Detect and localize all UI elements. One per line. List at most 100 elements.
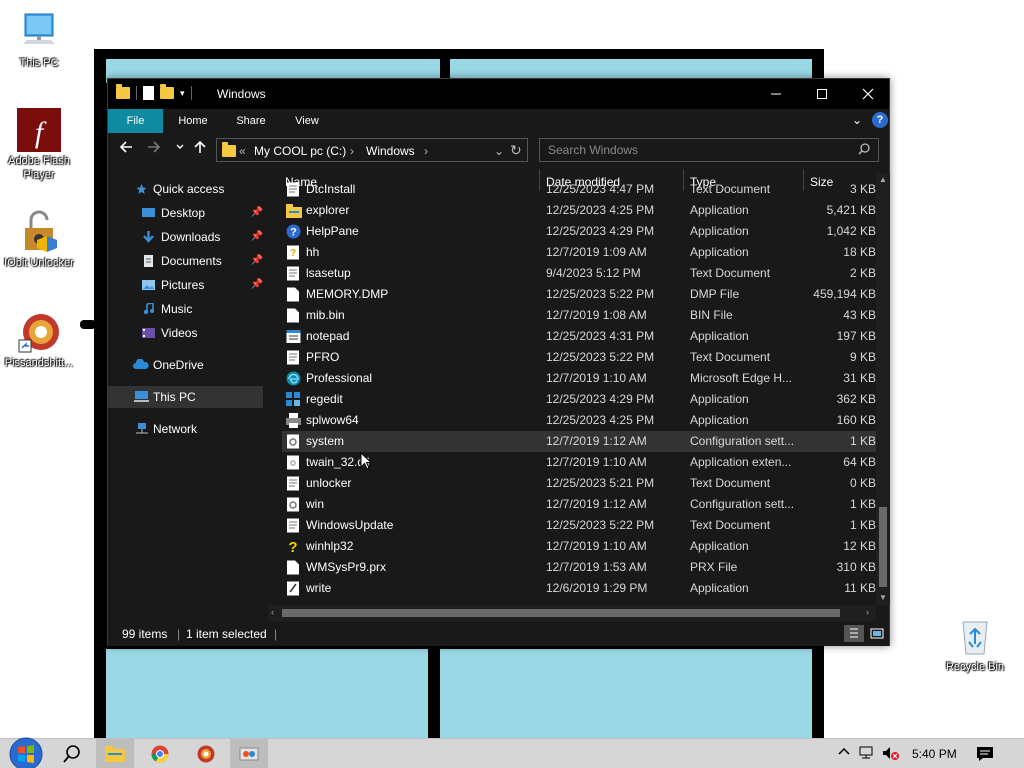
properties-icon[interactable] (143, 86, 154, 100)
new-folder-icon[interactable] (160, 84, 174, 99)
recent-locations-button[interactable] (170, 140, 190, 160)
file-date-modified: 12/7/2019 1:10 AM (546, 455, 647, 469)
tab-home[interactable]: Home (168, 109, 218, 133)
file-row[interactable]: WMSysPr9.prx 12/7/2019 1:53 AM PRX File 310… (282, 557, 876, 578)
file-row[interactable]: DtcInstall 12/25/2023 4:47 PM Text Documen… (282, 179, 876, 200)
file-row[interactable]: ? hh 12/7/2019 1:09 AM Application 18 KB (282, 242, 876, 263)
horizontal-scroll-thumb[interactable] (282, 609, 840, 617)
customize-toolbar-chevron-icon[interactable]: ▾ (180, 88, 185, 99)
desktop-icon-adobe-flash[interactable]: f Adobe Flash Player (0, 108, 78, 182)
window-title: Windows (217, 87, 266, 101)
file-row[interactable]: lsasetup 9/4/2023 5:12 PM Text Document 2 K… (282, 263, 876, 284)
file-row[interactable]: Professional 12/7/2019 1:10 AM Microsoft E… (282, 368, 876, 389)
action-center-button[interactable] (976, 746, 994, 765)
file-size: 362 KB (836, 392, 876, 406)
maximize-button[interactable] (799, 79, 845, 109)
address-bar[interactable]: « My COOL pc (C:) › Windows › ⌄ ↻ (216, 138, 528, 162)
desktop-icon-recycle-bin[interactable]: Recycle Bin (936, 614, 1014, 674)
scroll-down-icon[interactable]: ▼ (879, 593, 887, 602)
title-bar[interactable]: ▾ Windows (108, 79, 889, 109)
scroll-right-icon[interactable]: › (866, 607, 869, 617)
scroll-up-icon[interactable]: ▲ (879, 175, 887, 184)
details-view-button[interactable] (844, 625, 864, 642)
back-button[interactable] (116, 140, 136, 160)
file-date-modified: 12/25/2023 5:22 PM (546, 287, 655, 301)
pin-icon[interactable]: 📌 (251, 202, 263, 224)
taskbar-file-explorer[interactable] (96, 739, 134, 768)
tab-file[interactable]: File (108, 109, 163, 133)
help-icon[interactable]: ? (872, 112, 888, 128)
file-row[interactable]: splwow64 12/25/2023 4:25 PM Application 160… (282, 410, 876, 431)
volume-tray-button[interactable] (882, 746, 900, 763)
file-row[interactable]: mib.bin 12/7/2019 1:08 AM BIN File 43 KB (282, 305, 876, 326)
sidebar-item-downloads[interactable]: Downloads 📌 (108, 226, 263, 248)
file-date-modified: 9/4/2023 5:12 PM (546, 266, 641, 280)
file-row[interactable]: system 12/7/2019 1:12 AM Configuration set… (282, 431, 876, 452)
sidebar-item-desktop[interactable]: Desktop 📌 (108, 202, 263, 224)
recycle-bin-icon (953, 614, 997, 658)
file-row[interactable]: ? HelpPane 12/25/2023 4:29 PM Application 1,… (282, 221, 876, 242)
sidebar-item-onedrive[interactable]: OneDrive (108, 354, 263, 376)
sidebar-item-network[interactable]: Network (108, 418, 263, 440)
file-date-modified: 12/6/2019 1:29 PM (546, 581, 648, 595)
start-button[interactable] (0, 737, 52, 768)
file-row[interactable]: explorer 12/25/2023 4:25 PM Application 5,4… (282, 200, 876, 221)
file-row[interactable]: win 12/7/2019 1:12 AM Configuration sett..… (282, 494, 876, 515)
refresh-icon[interactable]: ↻ (510, 142, 522, 159)
close-button[interactable] (845, 79, 891, 109)
file-row[interactable]: write 12/6/2019 1:29 PM Application 11 KB (282, 578, 876, 599)
network-tray-button[interactable] (859, 746, 875, 763)
vertical-scroll-thumb[interactable] (879, 507, 887, 587)
file-row[interactable]: WindowsUpdate 12/25/2023 5:22 PM Text Docu… (282, 515, 876, 536)
sidebar-item-videos[interactable]: Videos (108, 322, 263, 344)
file-name: splwow64 (306, 413, 359, 427)
file-row[interactable]: regedit 12/25/2023 4:29 PM Application 362 … (282, 389, 876, 410)
sidebar-item-quick-access[interactable]: Quick access (108, 178, 263, 200)
file-size: 3 KB (849, 182, 876, 196)
file-name: notepad (306, 329, 350, 343)
breadcrumb-overflow[interactable]: « (239, 144, 246, 158)
pin-icon[interactable]: 📌 (251, 274, 263, 296)
desktop-icon-pissandshitt[interactable]: Pissandshitt... (0, 310, 78, 370)
breadcrumb-windows[interactable]: Windows (366, 144, 415, 158)
sidebar-item-this-pc[interactable]: This PC (108, 386, 263, 408)
tab-view[interactable]: View (282, 109, 332, 133)
address-dropdown-icon[interactable]: ⌄ (494, 144, 504, 158)
desktop-icon-iobit-unlocker[interactable]: IObit Unlocker (0, 210, 78, 270)
search-input[interactable] (539, 138, 879, 162)
breadcrumb-drive[interactable]: My COOL pc (C:) (254, 144, 346, 158)
tab-share[interactable]: Share (226, 109, 276, 133)
pin-icon[interactable]: 📌 (251, 226, 263, 248)
breadcrumb-chevron-icon[interactable]: › (424, 144, 428, 158)
taskbar-browser[interactable] (188, 739, 224, 768)
file-date-modified: 12/7/2019 1:12 AM (546, 497, 647, 511)
pin-icon[interactable]: 📌 (251, 250, 263, 272)
file-row[interactable]: ? winhlp32 12/7/2019 1:10 AM Application 12 … (282, 536, 876, 557)
file-type: DMP File (690, 287, 740, 301)
desktop-icon-this-pc[interactable]: This PC (0, 10, 78, 70)
taskbar-app[interactable] (230, 739, 268, 768)
sidebar-item-pictures[interactable]: Pictures 📌 (108, 274, 263, 296)
file-name: write (306, 581, 332, 595)
forward-button[interactable] (144, 140, 164, 160)
up-button[interactable] (190, 140, 210, 160)
vertical-scrollbar[interactable]: ▲ ▼ (876, 173, 890, 605)
show-hidden-icons-button[interactable] (838, 746, 850, 761)
up-arrow-icon (194, 140, 206, 153)
sidebar-item-documents[interactable]: Documents 📌 (108, 250, 263, 272)
sidebar-item-music[interactable]: Music (108, 298, 263, 320)
breadcrumb-chevron-icon[interactable]: › (350, 144, 354, 158)
search-button[interactable] (56, 739, 88, 768)
clock[interactable]: 5:40 PM (912, 747, 957, 761)
file-row[interactable]: MEMORY.DMP 12/25/2023 5:22 PM DMP File 459,… (282, 284, 876, 305)
horizontal-scrollbar[interactable]: ‹ › (268, 605, 876, 621)
minimize-button[interactable] (753, 79, 799, 109)
file-row[interactable]: unlocker 12/25/2023 5:21 PM Text Document 0… (282, 473, 876, 494)
file-row[interactable]: PFRO 12/25/2023 5:22 PM Text Document 9 KB (282, 347, 876, 368)
expand-ribbon-chevron-icon[interactable]: ⌄ (852, 113, 862, 127)
sort-ascending-icon: ⌃ (406, 167, 415, 174)
file-row[interactable]: notepad 12/25/2023 4:31 PM Application 197 … (282, 326, 876, 347)
scroll-left-icon[interactable]: ‹ (271, 607, 274, 617)
large-icons-view-button[interactable] (868, 625, 886, 642)
taskbar-chrome[interactable] (142, 739, 178, 768)
